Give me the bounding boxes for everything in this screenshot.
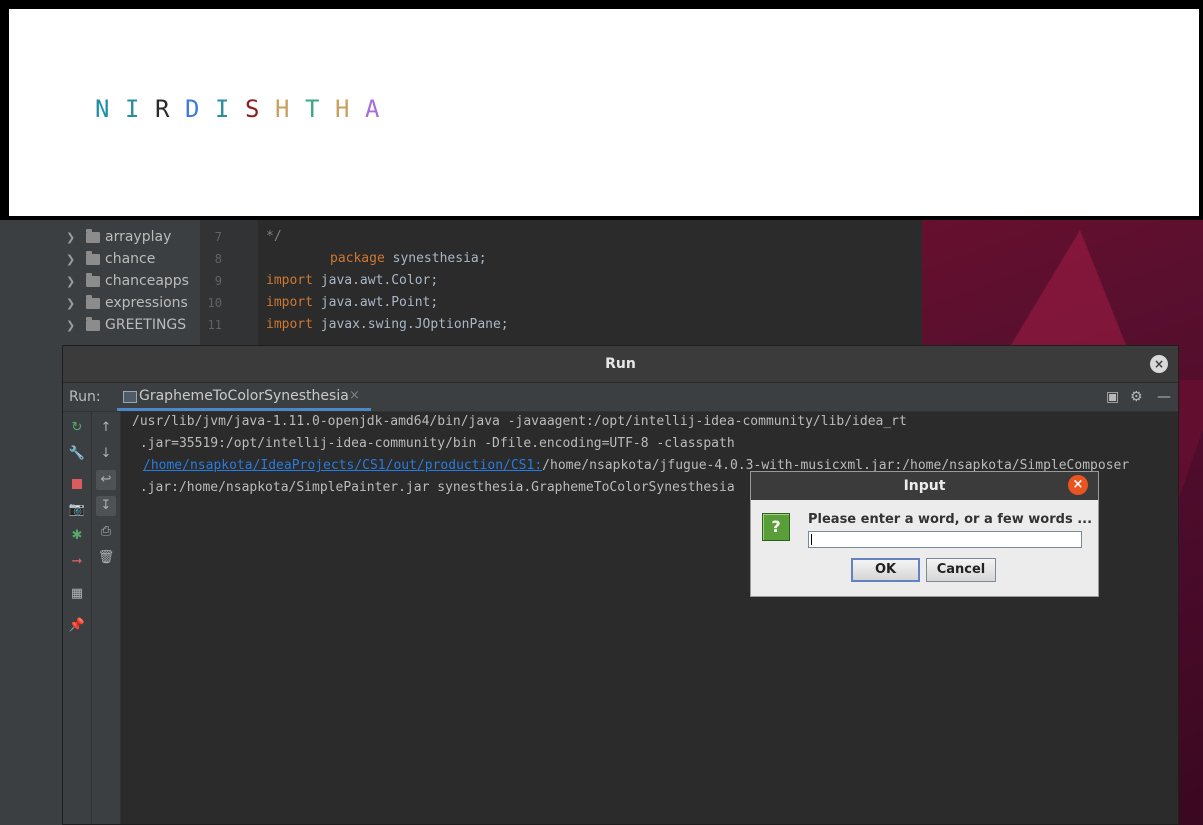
folder-icon — [86, 250, 100, 265]
grapheme-letter: T — [305, 95, 320, 123]
run-titlebar[interactable]: Run × — [63, 346, 1178, 383]
tree-item-label: GREETINGS — [105, 317, 187, 333]
painter-window: NIRDISHTHA — [0, 0, 1203, 220]
code-keyword: import — [266, 273, 313, 288]
grapheme-letter: D — [185, 95, 200, 123]
tree-item-label: chanceapps — [105, 273, 189, 289]
tree-item-label: chance — [105, 251, 156, 267]
line-number: 9 — [214, 274, 222, 288]
scroll-to-end-icon[interactable]: ↧ — [96, 496, 116, 516]
run-toolbar-left: ↻ 🔧 📷 ✱ ➞ ▦ 📌 — [63, 412, 92, 824]
tree-item-arrayplay[interactable]: ❯ arrayplay — [66, 226, 171, 248]
console-line: /usr/lib/jvm/java-1.11.0-openjdk-amd64/b… — [132, 414, 907, 429]
tree-item-greetings[interactable]: ❯ GREETINGS — [66, 314, 186, 336]
chevron-right-icon[interactable]: ❯ — [66, 231, 80, 244]
tree-item-chance[interactable]: ❯ chance — [66, 248, 155, 270]
code-line[interactable]: import java.awt.Color; — [266, 273, 438, 288]
code-keyword: package — [330, 251, 385, 266]
code-text: synesthesia; — [384, 251, 487, 266]
chevron-right-icon[interactable]: ❯ — [66, 319, 80, 332]
code-text: java.awt.Color; — [312, 273, 439, 288]
chevron-right-icon[interactable]: ❯ — [66, 297, 80, 310]
code-keyword: import — [266, 295, 313, 310]
layout-icon[interactable]: ▦ — [67, 584, 87, 604]
camera-icon[interactable]: 📷 — [67, 500, 87, 520]
cancel-button[interactable]: Cancel — [926, 558, 996, 582]
run-label: Run: — [69, 389, 101, 405]
gear-icon[interactable]: ⚙ — [1130, 389, 1143, 405]
minimize-icon[interactable]: — — [1157, 389, 1171, 405]
line-number: 8 — [214, 252, 222, 266]
arrow-up-icon[interactable]: ↑ — [96, 418, 116, 438]
synesthesia-word: NIRDISHTHA — [95, 95, 395, 123]
tree-item-label: expressions — [105, 295, 188, 311]
close-tab-icon[interactable]: × — [349, 388, 360, 403]
code-text: java.awt.Point; — [312, 295, 439, 310]
code-keyword: import — [266, 317, 313, 332]
ide-left-strip — [0, 220, 24, 825]
grapheme-letter: R — [155, 95, 170, 123]
tree-item-expressions[interactable]: ❯ expressions — [66, 292, 188, 314]
folder-icon — [86, 228, 100, 243]
dialog-title: Input — [903, 478, 946, 494]
grapheme-letter: N — [95, 95, 110, 123]
folder-icon — [86, 294, 100, 309]
tree-item-chanceapps[interactable]: ❯ chanceapps — [66, 270, 189, 292]
trash-icon[interactable]: 🗑 — [96, 548, 116, 568]
line-number: 10 — [207, 296, 222, 310]
run-tabbar: Run: GraphemeToColorSynesthesia × ▣ ⚙ — — [63, 383, 1178, 412]
grapheme-letter: H — [275, 95, 290, 123]
stop-icon[interactable] — [67, 474, 87, 494]
grapheme-letter: H — [335, 95, 350, 123]
folder-icon — [86, 272, 100, 287]
grapheme-letter: I — [125, 95, 140, 123]
ok-button[interactable]: OK — [851, 558, 920, 582]
painter-canvas: NIRDISHTHA — [9, 9, 1199, 216]
folder-icon — [86, 316, 100, 331]
word-input[interactable] — [808, 531, 1082, 548]
console-line: .jar:/home/nsapkota/SimplePainter.jar sy… — [132, 480, 735, 495]
line-number: 11 — [207, 318, 222, 332]
grapheme-letter: A — [365, 95, 380, 123]
grapheme-letter: I — [215, 95, 230, 123]
print-icon[interactable]: ⎙ — [96, 522, 116, 542]
tab-run-configuration[interactable]: GraphemeToColorSynesthesia × — [117, 383, 371, 411]
pin-icon[interactable]: 📌 — [67, 616, 87, 636]
input-dialog: Input × ? Please enter a word, or a few … — [750, 471, 1099, 597]
run-tab-label: GraphemeToColorSynesthesia — [139, 388, 349, 404]
debug-bug-icon[interactable]: ✱ — [67, 526, 87, 546]
console-line: .jar=35519:/opt/intellij-idea-community/… — [132, 436, 735, 451]
code-line[interactable]: import java.awt.Point; — [266, 295, 438, 310]
restore-layout-icon[interactable]: ▣ — [1106, 389, 1119, 405]
close-icon[interactable]: × — [1150, 355, 1168, 373]
classpath-link[interactable]: /home/nsapkota/IdeaProjects/CS1/out/prod… — [143, 458, 542, 473]
text-caret — [811, 534, 812, 545]
chevron-right-icon[interactable]: ❯ — [66, 275, 80, 288]
soft-wrap-icon[interactable]: ↩ — [96, 470, 116, 490]
code-line[interactable]: package synesthesia; — [330, 251, 487, 266]
code-line[interactable]: */ — [266, 229, 282, 244]
rerun-icon[interactable]: ↻ — [67, 418, 87, 438]
question-icon: ? — [762, 513, 790, 541]
code-line[interactable]: import javax.swing.JOptionPane; — [266, 317, 509, 332]
code-text: javax.swing.JOptionPane; — [312, 317, 509, 332]
dialog-titlebar[interactable]: Input × — [751, 472, 1098, 500]
exit-icon[interactable]: ➞ — [67, 552, 87, 572]
dialog-message: Please enter a word, or a few words ... — [808, 512, 1093, 527]
grapheme-letter: S — [245, 95, 260, 123]
chevron-right-icon[interactable]: ❯ — [66, 253, 80, 266]
run-window-title: Run — [605, 356, 636, 372]
arrow-down-icon[interactable]: ↓ — [96, 444, 116, 464]
wrench-icon[interactable]: 🔧 — [67, 444, 87, 464]
application-icon — [123, 391, 137, 403]
run-toolbar-right: ↑ ↓ ↩ ↧ ⎙ 🗑 — [92, 412, 121, 824]
line-number: 7 — [214, 230, 222, 244]
close-icon[interactable]: × — [1068, 475, 1088, 495]
tree-item-label: arrayplay — [105, 229, 172, 245]
